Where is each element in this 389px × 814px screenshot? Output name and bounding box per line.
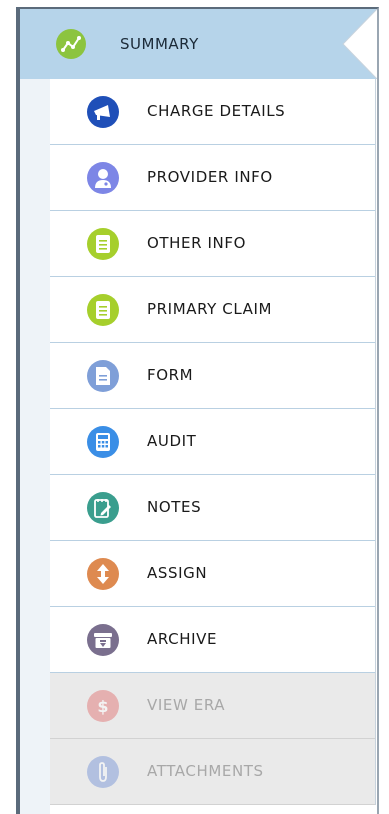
menu-list: CHARGE DETAILS PROVIDER INFO OTHER INFO …	[50, 79, 376, 805]
menu-item-label: ATTACHMENTS	[147, 762, 264, 780]
menu-item-primary-claim[interactable]: PRIMARY CLAIM	[50, 277, 375, 343]
menu-item-label: PROVIDER INFO	[147, 168, 273, 186]
menu-item-charge-details[interactable]: CHARGE DETAILS	[50, 79, 375, 145]
menu-item-notes[interactable]: NOTES	[50, 475, 375, 541]
menu-left-strip	[20, 79, 50, 814]
menu-item-label: CHARGE DETAILS	[147, 102, 286, 120]
archive-icon	[87, 624, 119, 656]
menu-item-label: AUDIT	[147, 432, 197, 450]
menu-item-label: ARCHIVE	[147, 630, 218, 648]
dollar-icon: $	[87, 690, 119, 722]
menu-item-label: OTHER INFO	[147, 234, 246, 252]
menu-item-other-info[interactable]: OTHER INFO	[50, 211, 375, 277]
menu-item-provider-info[interactable]: PROVIDER INFO	[50, 145, 375, 211]
menu-item-label: SUMMARY	[120, 35, 199, 53]
active-notch	[342, 9, 377, 79]
menu-item-label: PRIMARY CLAIM	[147, 300, 273, 318]
menu-item-view-era[interactable]: $ VIEW ERA	[50, 673, 375, 739]
menu-item-form[interactable]: FORM	[50, 343, 375, 409]
doctor-icon	[87, 162, 119, 194]
menu-item-label: ASSIGN	[147, 564, 208, 582]
menu-item-label: NOTES	[147, 498, 202, 516]
menu-item-assign[interactable]: ASSIGN	[50, 541, 375, 607]
form-icon	[87, 360, 119, 392]
megaphone-icon	[87, 96, 119, 128]
menu-item-label: VIEW ERA	[147, 696, 226, 714]
notes-icon	[87, 492, 119, 524]
svg-text:$: $	[97, 697, 108, 716]
menu-item-attachments[interactable]: ATTACHMENTS	[50, 739, 375, 805]
document-icon	[87, 228, 119, 260]
document-icon	[87, 294, 119, 326]
side-menu-panel: SUMMARY CHARGE DETAILS PROVIDER INFO OTH…	[16, 7, 379, 814]
menu-item-summary[interactable]: SUMMARY	[20, 9, 377, 79]
calculator-icon	[87, 426, 119, 458]
arrows-icon	[87, 558, 119, 590]
menu-item-archive[interactable]: ARCHIVE	[50, 607, 375, 673]
menu-item-audit[interactable]: AUDIT	[50, 409, 375, 475]
paperclip-icon	[87, 756, 119, 788]
menu-item-label: FORM	[147, 366, 194, 384]
trend-icon	[56, 29, 86, 59]
